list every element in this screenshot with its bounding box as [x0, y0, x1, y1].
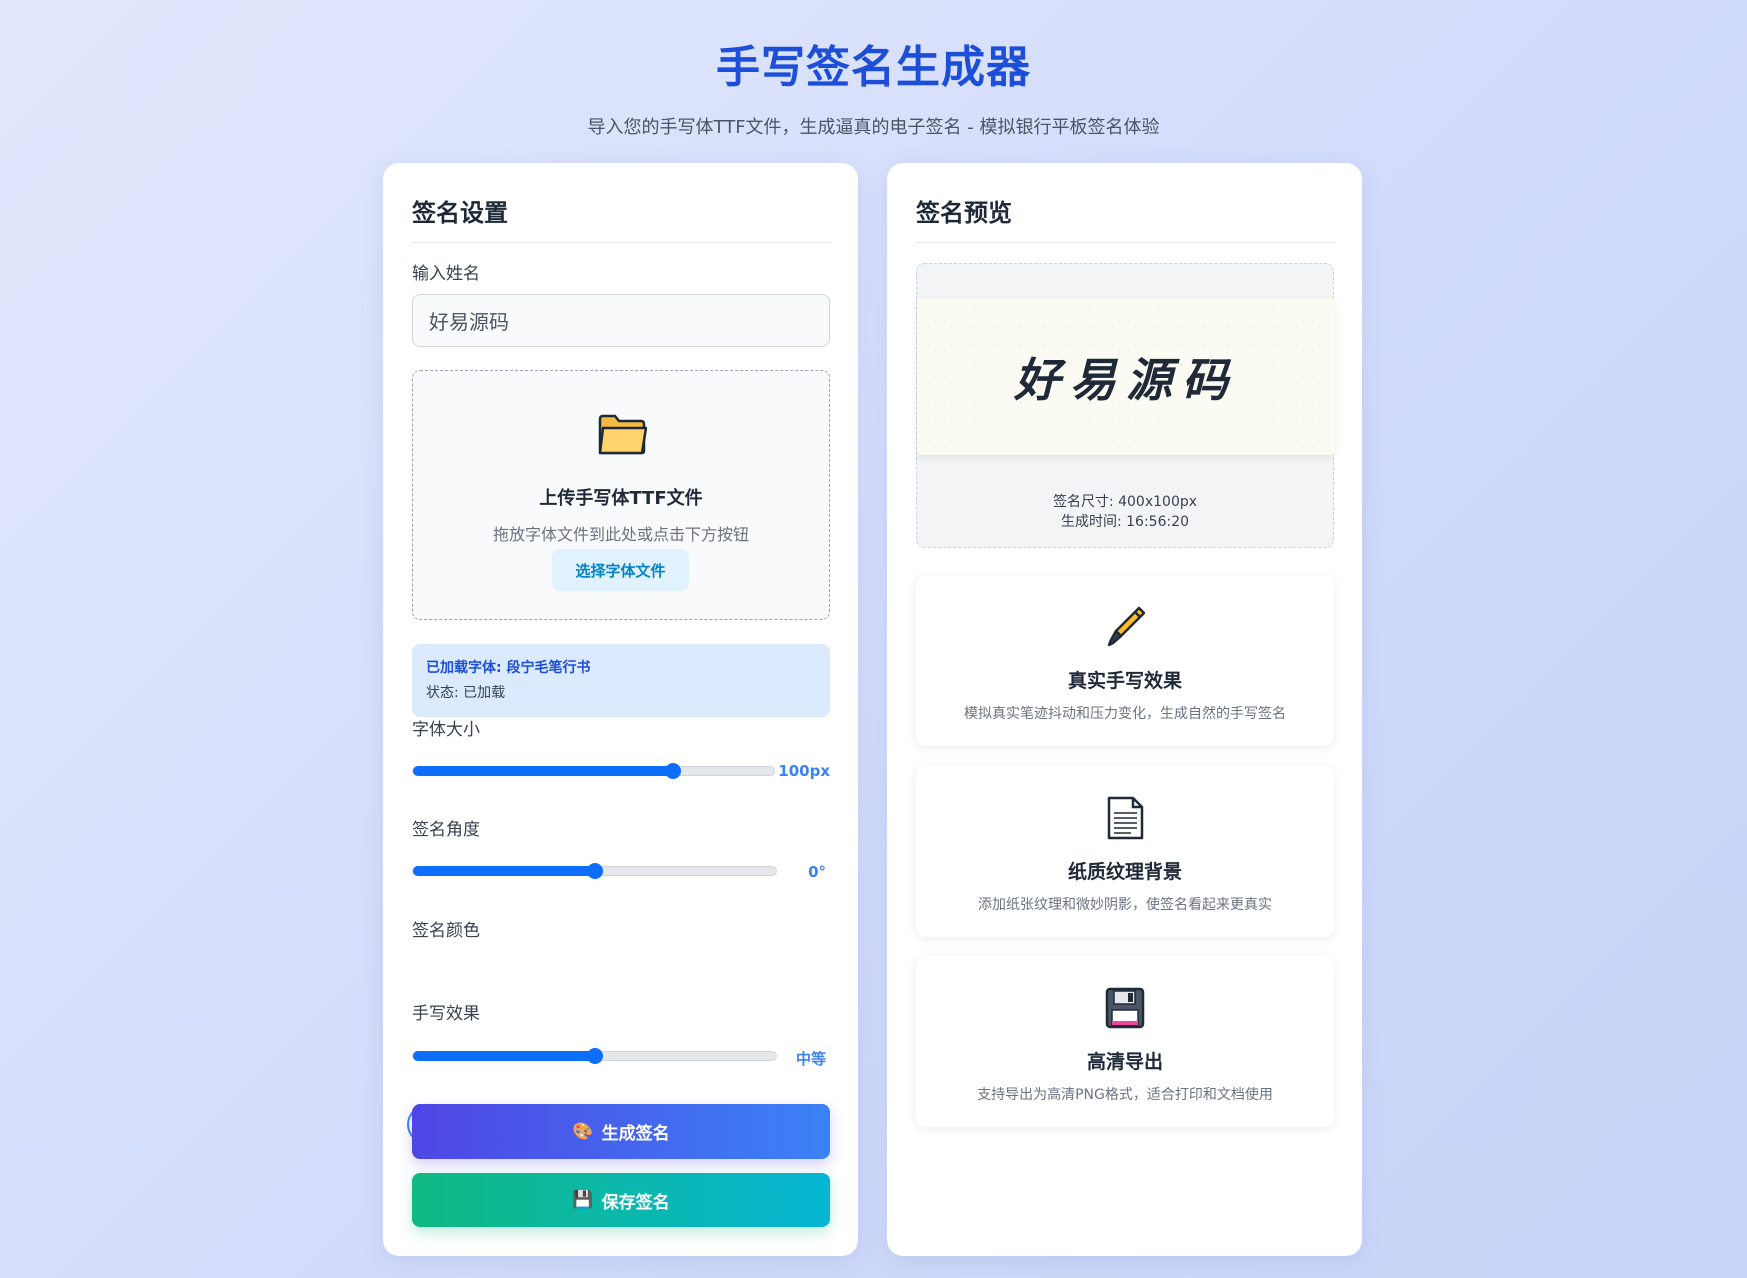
- page-subtitle: 导入您的手写体TTF文件，生成逼真的电子签名 - 模拟银行平板签名体验: [587, 117, 1160, 138]
- color-label: 签名颜色: [412, 921, 480, 941]
- feature-title: 高清导出: [1086, 1051, 1163, 1073]
- preview-panel: 签名预览 好易源码 签名尺寸: 400x100px 生成时间: 16:56:20…: [887, 163, 1362, 1256]
- name-label: 输入姓名: [412, 264, 480, 284]
- signature-preview-area: 好易源码 签名尺寸: 400x100px 生成时间: 16:56:20: [916, 263, 1335, 548]
- font-size-slider-fill: [413, 766, 673, 776]
- feature-title: 真实手写效果: [1067, 670, 1182, 692]
- choose-font-button[interactable]: 选择字体文件: [552, 549, 689, 591]
- font-info-box: 已加载字体: 段宁毛笔行书 状态: 已加载: [412, 644, 830, 717]
- effect-slider[interactable]: [412, 1048, 777, 1064]
- angle-value: 0°: [808, 863, 826, 881]
- font-size-label: 字体大小: [412, 720, 480, 740]
- effect-slider-thumb[interactable]: [586, 1048, 603, 1064]
- signature-text: 好易源码: [1014, 352, 1238, 407]
- signature-time-text: 生成时间: 16:56:20: [1060, 514, 1190, 530]
- header: 手写签名生成器 导入您的手写体TTF文件，生成逼真的电子签名 - 模拟银行平板签…: [0, 38, 1747, 140]
- font-size-value: 100px: [778, 762, 830, 780]
- document-icon: [1107, 796, 1144, 840]
- page-title: 手写签名生成器: [716, 42, 1031, 93]
- angle-slider[interactable]: [412, 863, 777, 879]
- font-size-slider[interactable]: [412, 763, 775, 779]
- save-signature-button[interactable]: 💾 保存签名: [412, 1173, 830, 1227]
- upload-hint: 拖放字体文件到此处或点击下方按钮: [492, 525, 749, 544]
- generate-signature-label: 生成签名: [601, 1124, 670, 1144]
- feature-desc: 模拟真实笔迹抖动和压力变化，生成自然的手写签名: [964, 706, 1286, 722]
- effect-value: 中等: [795, 1050, 826, 1068]
- palette-icon: 🎨: [572, 1121, 594, 1142]
- font-upload-dropzone[interactable]: 上传手写体TTF文件 拖放字体文件到此处或点击下方按钮 选择字体文件: [412, 370, 830, 620]
- loaded-font-text: 已加载字体: 段宁毛笔行书: [426, 660, 591, 676]
- feature-desc: 支持导出为高清PNG格式，适合打印和文档使用: [977, 1087, 1273, 1103]
- effect-slider-fill: [413, 1051, 595, 1061]
- font-status-text: 状态: 已加载: [426, 685, 506, 701]
- feature-desc: 添加纸张纹理和微妙阴影，使签名看起来更真实: [978, 897, 1272, 913]
- signature-paper: 好易源码: [917, 298, 1335, 455]
- fountain-pen-icon: [1107, 606, 1145, 647]
- angle-label: 签名角度: [412, 820, 480, 840]
- floppy-disk-icon: 💾: [572, 1190, 594, 1210]
- name-input[interactable]: [412, 294, 830, 347]
- save-signature-label: 保存签名: [601, 1192, 670, 1213]
- preview-title: 签名预览: [916, 193, 1334, 243]
- angle-slider-thumb[interactable]: [586, 863, 603, 879]
- signature-size-text: 签名尺寸: 400x100px: [1052, 494, 1198, 510]
- folder-icon: [598, 414, 647, 455]
- feature-card-export: 高清导出 支持导出为高清PNG格式，适合打印和文档使用: [916, 956, 1334, 1127]
- settings-panel: 签名设置 输入姓名 上传手写体TTF文件 拖放字体文件到此处或点击下方按钮 选择…: [383, 163, 858, 1256]
- page: 手写签名生成器 导入您的手写体TTF文件，生成逼真的电子签名 - 模拟银行平板签…: [0, 0, 1747, 1278]
- font-size-slider-thumb[interactable]: [664, 763, 681, 779]
- feature-card-handwriting: 真实手写效果 模拟真实笔迹抖动和压力变化，生成自然的手写签名: [916, 575, 1334, 746]
- angle-slider-fill: [413, 866, 595, 876]
- generate-signature-button[interactable]: 🎨 生成签名: [412, 1104, 830, 1159]
- upload-title: 上传手写体TTF文件: [539, 488, 703, 509]
- feature-card-paper: 纸质纹理背景 添加纸张纹理和微妙阴影，使签名看起来更真实: [916, 766, 1334, 937]
- settings-title: 签名设置: [412, 193, 830, 243]
- floppy-disk-icon: [1105, 987, 1145, 1029]
- feature-title: 纸质纹理背景: [1067, 861, 1182, 883]
- signature-meta: 签名尺寸: 400x100px 生成时间: 16:56:20: [917, 492, 1333, 532]
- effect-label: 手写效果: [412, 1004, 480, 1024]
